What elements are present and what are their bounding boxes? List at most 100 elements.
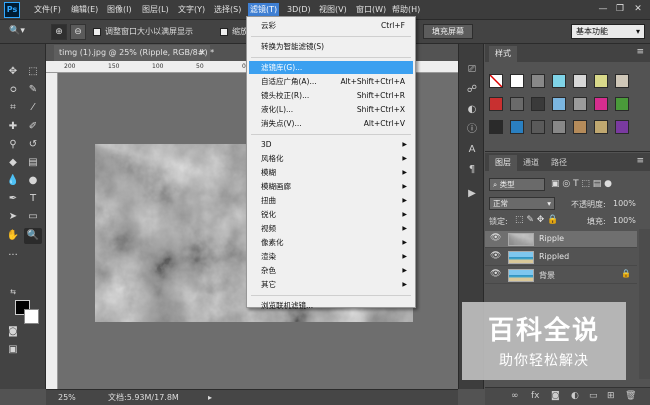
status-arrow-icon[interactable]: ▸ — [208, 390, 212, 405]
style-swatch[interactable] — [615, 120, 629, 134]
tab-paths[interactable]: 路径 — [545, 155, 573, 171]
menu-edit[interactable]: 编辑(E) — [69, 3, 100, 17]
style-swatch[interactable] — [510, 74, 524, 88]
brush-tool-icon[interactable]: ✐ — [24, 119, 42, 135]
crop-tool-icon[interactable]: ⌗ — [4, 100, 22, 116]
filter-menu-item[interactable]: 3D ▶ — [249, 138, 413, 151]
layer-filter-select[interactable]: ⌕ 类型 — [489, 178, 545, 191]
dodge-tool-icon[interactable]: ● — [24, 173, 42, 189]
zoom-level[interactable]: 25% — [58, 390, 76, 405]
fx-icon[interactable]: fx — [531, 391, 540, 401]
style-swatch-none[interactable] — [489, 74, 503, 88]
filter-menu-item[interactable]: 云彩 Ctrl+F — [249, 19, 413, 32]
layer-row-ripple[interactable]: 👁 Ripple — [485, 231, 637, 248]
quick-mask-icon[interactable]: ◙ — [4, 324, 22, 340]
style-swatch[interactable] — [510, 97, 524, 111]
style-swatch[interactable] — [510, 120, 524, 134]
folder-icon[interactable]: ▭ — [589, 391, 598, 401]
fill-value[interactable]: 100% — [613, 216, 643, 225]
history-panel-icon[interactable]: ⎚ — [464, 62, 480, 78]
panel-menu-icon[interactable]: ≡ — [636, 156, 644, 166]
eye-icon[interactable]: 👁 — [490, 269, 501, 279]
zoom-in-icon[interactable]: ⊕ — [51, 24, 67, 40]
close-window-button[interactable]: ✕ — [631, 3, 645, 16]
style-swatch[interactable] — [552, 97, 566, 111]
filter-menu-item[interactable]: 视频 ▶ — [249, 222, 413, 235]
mask-icon[interactable]: ◙ — [551, 391, 560, 401]
resize-windows-checkbox[interactable] — [93, 28, 101, 36]
tab-layers[interactable]: 图层 — [489, 155, 517, 171]
zoom-all-checkbox[interactable] — [220, 28, 228, 36]
eraser-tool-icon[interactable]: ◆ — [4, 155, 22, 171]
close-tab-icon[interactable]: × — [198, 45, 206, 61]
properties-panel-icon[interactable]: ☍ — [464, 82, 480, 98]
healing-brush-tool-icon[interactable]: ✚ — [4, 119, 22, 135]
zoom-tool-icon[interactable]: 🔍 — [24, 228, 42, 244]
layer-filter-icons[interactable]: ▣ ◎ T ⬚ ▤ ● — [551, 179, 646, 189]
new-layer-icon[interactable]: ⊞ — [607, 391, 615, 401]
background-color-swatch[interactable] — [24, 309, 39, 324]
history-brush-tool-icon[interactable]: ↺ — [24, 137, 42, 153]
filter-menu-item[interactable]: 镜头校正(R)... Shift+Ctrl+R — [249, 89, 413, 102]
menu-image[interactable]: 图像(I) — [105, 3, 134, 17]
pen-tool-icon[interactable]: ✒ — [4, 191, 22, 207]
lasso-tool-icon[interactable]: ഠ — [4, 82, 22, 98]
style-swatch[interactable] — [552, 74, 566, 88]
hand-tool-icon[interactable]: ✋ — [4, 228, 22, 244]
workspace-select[interactable]: 基本功能 ▾ — [571, 24, 645, 39]
layers-scrollbar[interactable] — [639, 229, 650, 379]
menu-filter[interactable]: 滤镜(T) — [248, 3, 280, 17]
restore-button[interactable]: ❐ — [613, 3, 627, 16]
style-swatch[interactable] — [573, 97, 587, 111]
zoom-tool-preset-icon[interactable]: 🔍▾ — [4, 24, 30, 40]
menu-layer[interactable]: 图层(L) — [140, 3, 171, 17]
tab-styles[interactable]: 样式 — [489, 46, 517, 62]
filter-menu-item[interactable]: 浏览联机滤镜... — [249, 299, 413, 312]
eyedropper-tool-icon[interactable]: ⁄ — [24, 100, 42, 116]
blur-tool-icon[interactable]: 💧 — [4, 173, 22, 189]
document-tab[interactable]: timg (1).jpg @ 25% (Ripple, RGB/8#) * × — [54, 45, 214, 61]
layer-row-background[interactable]: 👁 背景 🔒 — [485, 267, 637, 284]
more-tools-icon[interactable]: ··· — [4, 248, 22, 264]
play-action-icon[interactable]: ▶ — [464, 186, 480, 202]
lock-icons[interactable]: ⬚ ✎ ✥ 🔒 — [515, 215, 575, 225]
filter-menu-item[interactable]: 消失点(V)... Alt+Ctrl+V — [249, 117, 413, 130]
filter-menu-item[interactable]: 锐化 ▶ — [249, 208, 413, 221]
style-swatch[interactable] — [573, 74, 587, 88]
filter-menu-item[interactable]: 滤镜库(G)... — [249, 61, 413, 74]
eye-icon[interactable]: 👁 — [490, 233, 501, 243]
panel-menu-icon[interactable]: ≡ — [636, 47, 644, 57]
menu-file[interactable]: 文件(F) — [32, 3, 63, 17]
swap-colors-icon[interactable]: ⇆ — [4, 284, 22, 300]
style-swatch[interactable] — [594, 97, 608, 111]
paragraph-panel-icon[interactable]: ¶ — [464, 162, 480, 178]
adjustments-panel-icon[interactable]: ◐ — [464, 102, 480, 118]
path-select-tool-icon[interactable]: ➤ — [4, 209, 22, 225]
style-swatch[interactable] — [531, 120, 545, 134]
style-swatch[interactable] — [594, 120, 608, 134]
style-swatch[interactable] — [594, 74, 608, 88]
filter-menu-item[interactable]: 自适应广角(A)... Alt+Shift+Ctrl+A — [249, 75, 413, 88]
style-swatch[interactable] — [615, 74, 629, 88]
style-swatch[interactable] — [531, 74, 545, 88]
style-swatch[interactable] — [573, 120, 587, 134]
filter-menu-item[interactable]: 渲染 ▶ — [249, 250, 413, 263]
clone-stamp-tool-icon[interactable]: ⚲ — [4, 137, 22, 153]
link-icon[interactable]: ∞ — [511, 391, 519, 401]
filter-menu-item[interactable]: 模糊 ▶ — [249, 166, 413, 179]
filter-menu-item[interactable]: 杂色 ▶ — [249, 264, 413, 277]
blend-mode-select[interactable]: 正常 ▾ — [489, 197, 555, 210]
opacity-value[interactable]: 100% — [613, 199, 643, 208]
minimize-button[interactable]: — — [596, 3, 610, 16]
tab-channels[interactable]: 通道 — [517, 155, 545, 171]
filter-menu-item[interactable]: 扭曲 ▶ — [249, 194, 413, 207]
filter-menu-item[interactable]: 其它 ▶ — [249, 278, 413, 291]
style-swatch[interactable] — [489, 97, 503, 111]
screen-mode-icon[interactable]: ▣ — [4, 342, 22, 358]
quick-select-tool-icon[interactable]: ✎ — [24, 82, 42, 98]
filter-menu-item[interactable]: 液化(L)... Shift+Ctrl+X — [249, 103, 413, 116]
rectangle-tool-icon[interactable]: ▭ — [24, 209, 42, 225]
filter-menu-item[interactable]: 转换为智能滤镜(S) — [249, 40, 413, 53]
eye-icon[interactable]: 👁 — [490, 251, 501, 261]
menu-type[interactable]: 文字(Y) — [176, 3, 207, 17]
